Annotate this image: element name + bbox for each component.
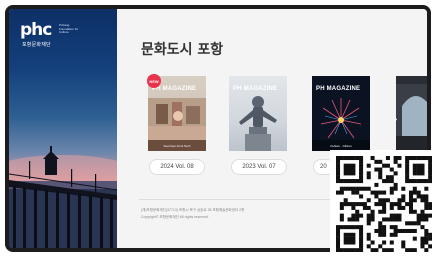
brand-subtitle: 포항문화재단 bbox=[22, 42, 51, 48]
cover-title: PH MAGAZINE bbox=[152, 86, 197, 92]
issue-label-2024-vol08[interactable]: 2024 Vol. 08 bbox=[149, 159, 205, 175]
page-title: 문화도시 포항 bbox=[141, 42, 224, 58]
cover-title: PH MAGAZINE bbox=[316, 86, 361, 92]
qr-code-icon bbox=[336, 156, 432, 252]
brand-tagline: Pohang Foundation for Culture bbox=[59, 23, 79, 34]
issue-label-2023-vol07[interactable]: 2023 Vol. 07 bbox=[231, 159, 287, 175]
cover-foot: Culture · Citizen bbox=[330, 144, 352, 148]
cover-foot: Feel Gen Art & Tech bbox=[163, 144, 191, 148]
cover-title: PH MAGAZINE bbox=[233, 86, 278, 92]
chevron-right-icon[interactable]: › bbox=[394, 115, 398, 125]
magazine-cover-2023-vol07[interactable]: PH MAGAZINE bbox=[229, 76, 287, 151]
magazine-cover-partial[interactable] bbox=[396, 76, 427, 151]
brand-logo[interactable]: phc bbox=[20, 20, 52, 40]
footer-copyright: Copyright© 포항문화재단 All rights reserved. bbox=[141, 215, 209, 219]
cover-illustration bbox=[396, 84, 427, 151]
hero-panel: phc Pohang Foundation for Culture 포항문화재단 bbox=[9, 9, 117, 248]
footer-address: (재)포항문화재단(37713) 포항시 북구 삼호로 38 포항예술문화센터 … bbox=[141, 208, 245, 212]
magazine-cover-20[interactable]: PH MAGAZINE Culture · Citizen bbox=[312, 76, 370, 151]
new-badge: NEW bbox=[147, 74, 161, 88]
qr-code[interactable] bbox=[330, 150, 432, 258]
